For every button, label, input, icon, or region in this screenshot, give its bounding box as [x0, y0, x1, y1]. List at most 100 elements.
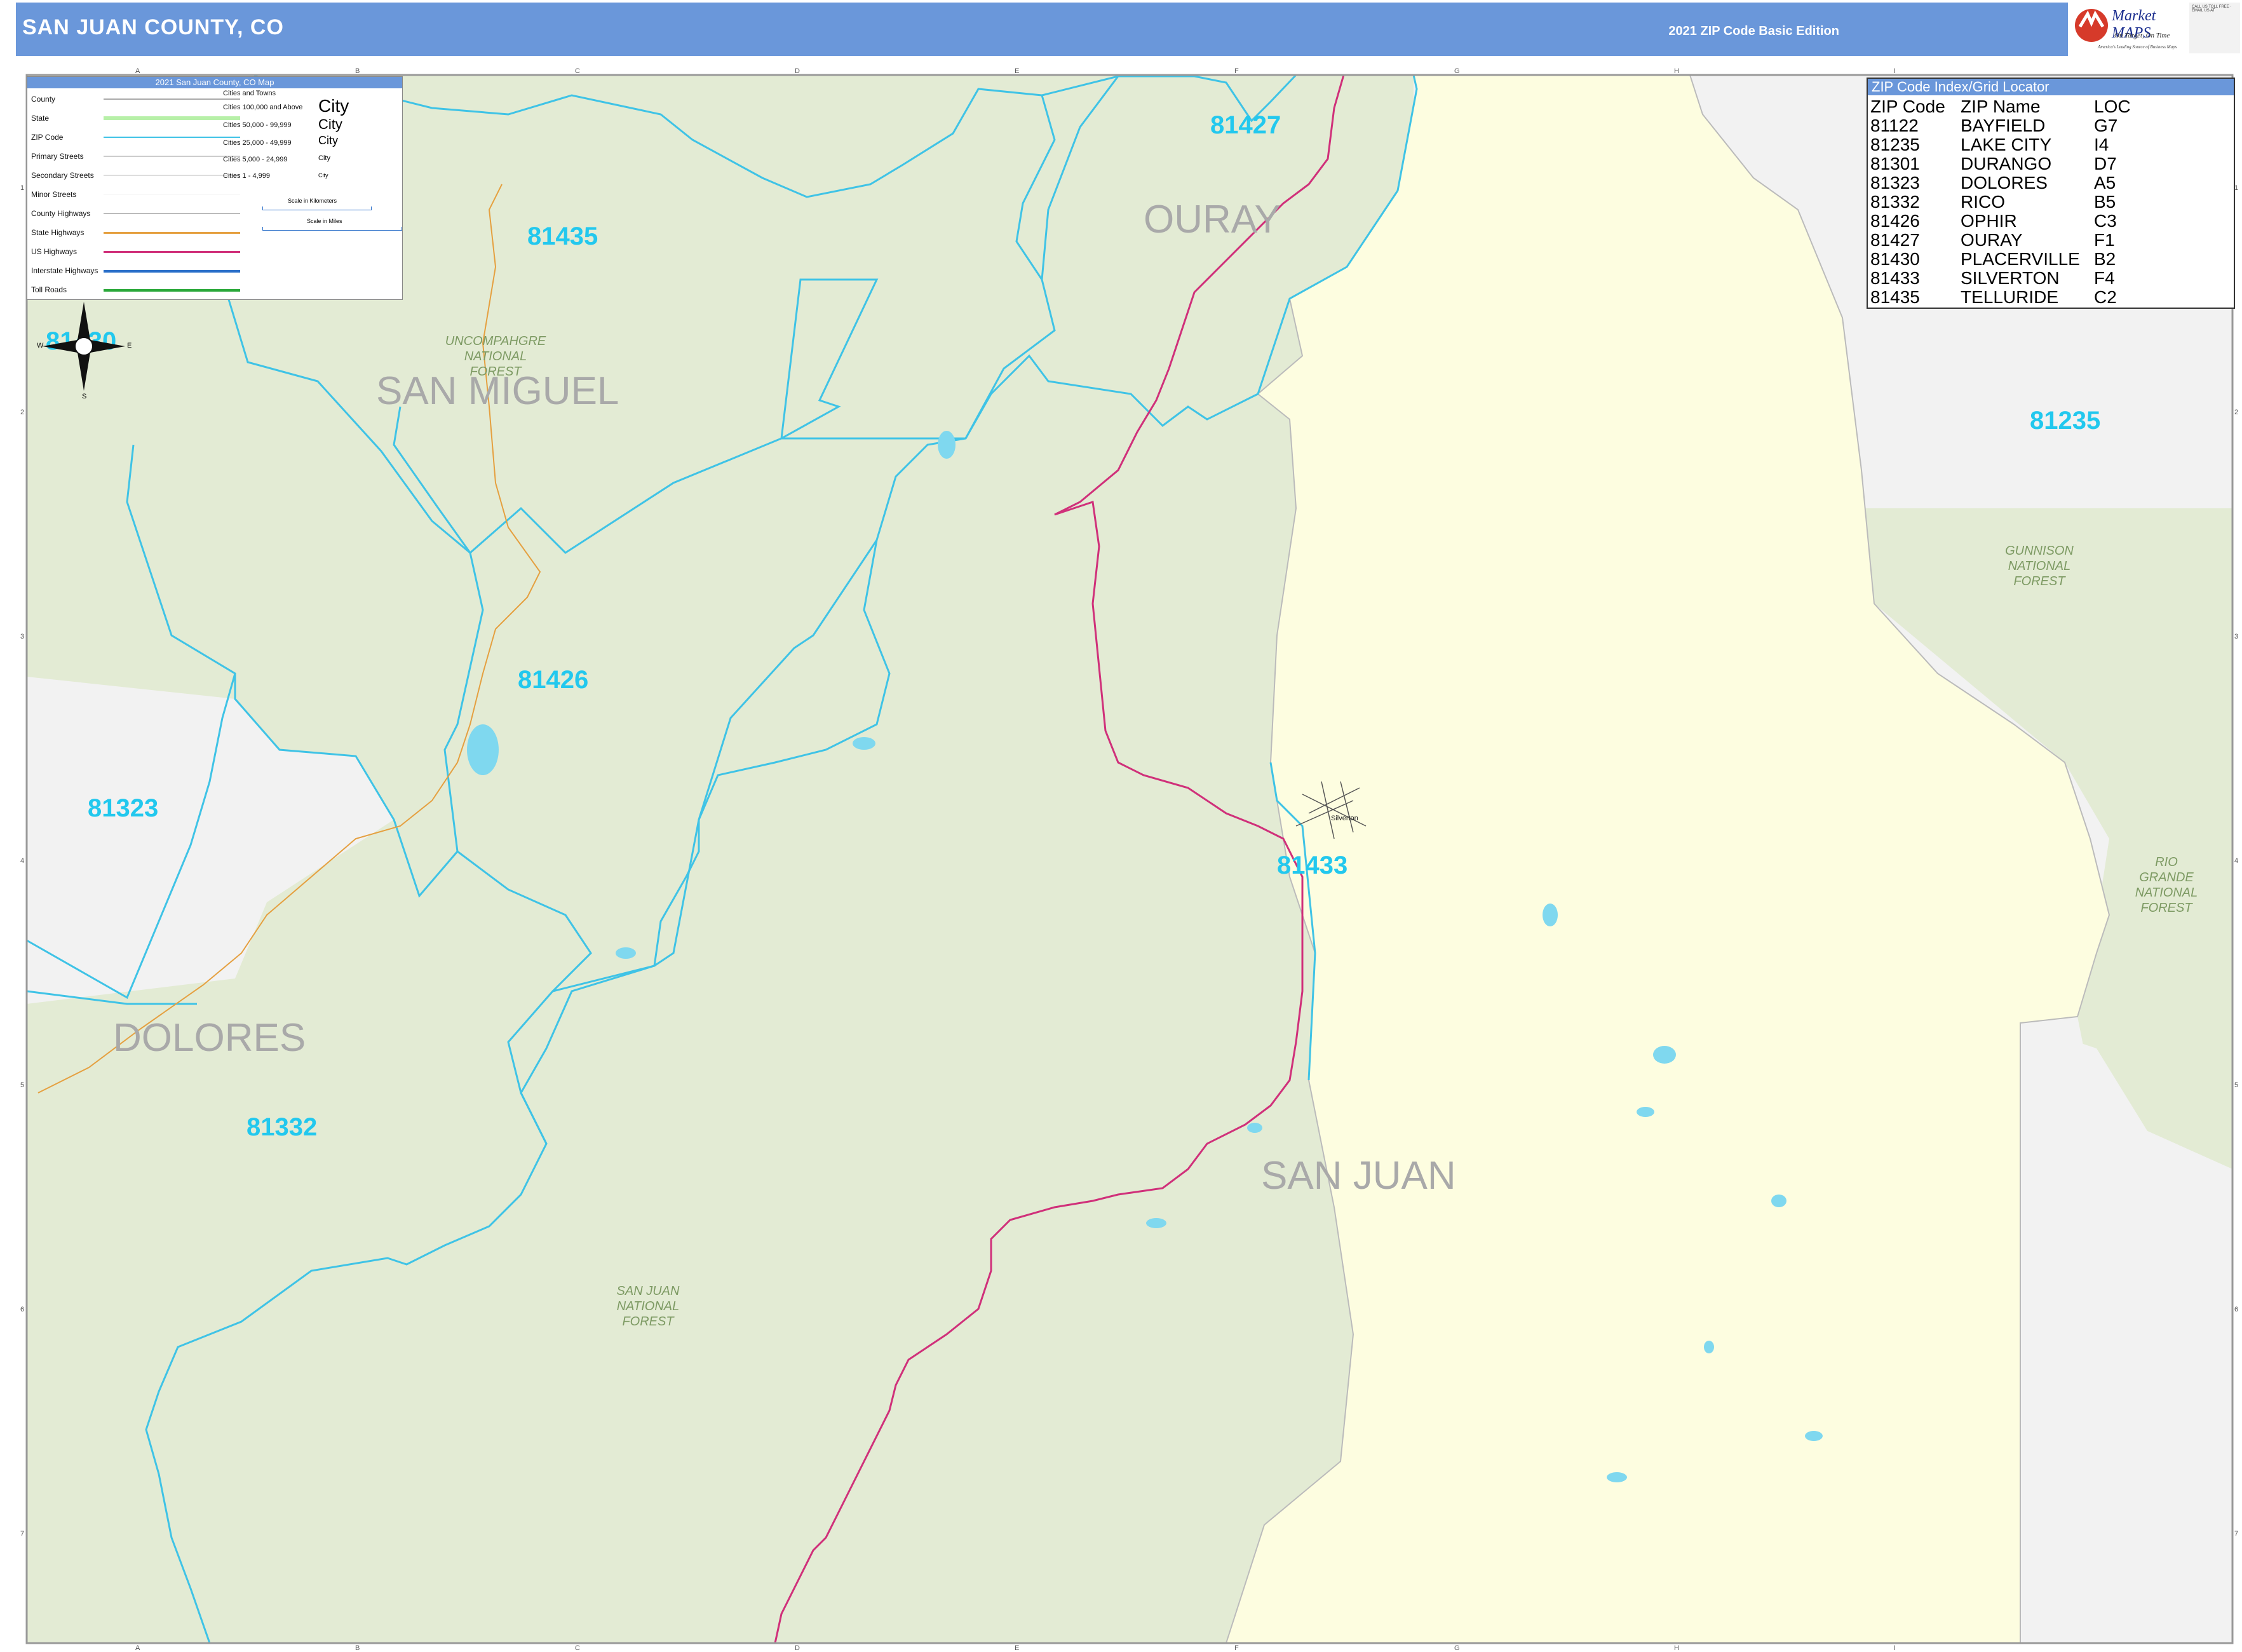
zip-index-title: ZIP Code Index/Grid Locator	[1868, 79, 2234, 95]
legend-city-sample-2: City	[318, 116, 342, 132]
grid-col-label: C	[575, 67, 580, 75]
grid-row-label: 2	[2234, 409, 2239, 416]
edition-label: 2021 ZIP Code Basic Edition	[1668, 24, 1839, 38]
legend-symbol-state	[104, 116, 240, 120]
legend-city-class-4: Cities 5,000 - 24,999	[223, 156, 288, 163]
zip-index-row: 81323 DOLORES A5	[1870, 173, 2116, 193]
zip-label-81426: 81426	[518, 666, 589, 694]
forest-label-rio-grande: RIO GRANDE NATIONAL FOREST	[2135, 855, 2198, 915]
legend-city-class-2: Cities 50,000 - 99,999	[223, 121, 292, 129]
grid-col-label: C	[575, 1644, 580, 1652]
grid-row-label: 1	[20, 184, 25, 192]
zip-index-row: 81433 SILVERTON F4	[1870, 268, 2115, 288]
legend-cities-header: Cities and Towns	[223, 90, 276, 97]
zip-index-row: 81301 DURANGO D7	[1870, 154, 2117, 173]
grid-col-label: G	[1454, 67, 1460, 75]
grid-row-label: 4	[20, 857, 25, 865]
legend-city-class-3: Cities 25,000 - 49,999	[223, 139, 292, 147]
legend-item-zip: ZIP Code	[31, 133, 64, 142]
legend-city-class-1: Cities 100,000 and Above	[223, 104, 303, 111]
grid-row-label: 5	[20, 1081, 25, 1089]
forest-label-uncompahgre: UNCOMPAHGRE NATIONAL FOREST	[445, 334, 546, 379]
grid-row-label: 5	[2234, 1081, 2239, 1089]
grid-col-label: H	[1674, 1644, 1679, 1652]
legend-item-state: State	[31, 114, 50, 123]
zip-label-81235: 81235	[2030, 407, 2101, 435]
legend-symbol-county	[104, 98, 240, 100]
grid-row-label: 2	[20, 409, 25, 416]
grid-row-label: 4	[2234, 857, 2239, 865]
grid-row-label: 3	[2234, 633, 2239, 640]
legend-item-primary: Primary Streets	[31, 152, 84, 161]
county-label-dolores: DOLORES	[113, 1016, 306, 1060]
compass-s: S	[82, 393, 87, 400]
legend-symbol-state-hwy	[104, 232, 240, 234]
grid-col-label: A	[135, 1644, 140, 1652]
zip-index-row: 81122 BAYFIELD G7	[1870, 116, 2118, 135]
zip-label-81323: 81323	[88, 794, 159, 822]
legend-item-toll: Toll Roads	[31, 285, 67, 294]
grid-row-label: 6	[2234, 1306, 2239, 1313]
grid-row-label: 7	[20, 1530, 25, 1538]
grid-row-label: 7	[2234, 1530, 2239, 1538]
zip-label-81332: 81332	[246, 1113, 318, 1141]
legend-item-county-hwy: County Highways	[31, 209, 91, 218]
zip-label-81435: 81435	[527, 222, 598, 250]
legend-city-sample-1: City	[318, 96, 349, 116]
zip-index-header-code: ZIP Code	[1870, 97, 1945, 116]
legend-symbol-county-hwy	[104, 213, 240, 214]
legend-symbol-secondary	[104, 175, 240, 176]
grid-col-label: F	[1234, 1644, 1239, 1652]
legend-city-sample-5: City	[318, 172, 328, 179]
zip-index-row: 81332 RICO B5	[1870, 192, 2116, 212]
grid-col-label: D	[795, 67, 800, 75]
grid-col-label: A	[135, 67, 140, 75]
county-label-ouray: OURAY	[1144, 198, 1281, 241]
compass-e: E	[127, 342, 132, 349]
grid-row-label: 3	[20, 633, 25, 640]
legend-item-minor: Minor Streets	[31, 190, 77, 199]
map-title: SAN JUAN COUNTY, CO	[22, 15, 284, 39]
contact-text: CALL US TOLL FREE · EMAIL US AT	[2192, 5, 2232, 13]
contact-box: CALL US TOLL FREE · EMAIL US AT	[2189, 3, 2240, 53]
zip-label-81433: 81433	[1277, 851, 1348, 879]
grid-col-label: I	[1894, 67, 1896, 75]
logo-tagline: On Target, On Time	[2114, 32, 2170, 39]
forest-label-san-juan: SAN JUAN NATIONAL FOREST	[616, 1284, 680, 1329]
legend-item-secondary: Secondary Streets	[31, 171, 94, 180]
grid-col-label: D	[795, 1644, 800, 1652]
grid-col-label: B	[355, 67, 360, 75]
legend-scale-km: Scale in Kilometers	[288, 198, 337, 204]
legend-title: 2021 San Juan County, CO Map	[27, 77, 402, 88]
legend-scale-km-bar	[262, 207, 372, 210]
grid-col-label: I	[1894, 1644, 1896, 1652]
zip-index-row: 81235 LAKE CITY I4	[1870, 135, 2109, 154]
grid-row-label: 1	[2234, 184, 2239, 192]
city-label-silverton: Silverton	[1331, 815, 1358, 822]
legend-symbol-zip	[104, 137, 240, 138]
legend-city-sample-4: City	[318, 154, 330, 162]
map-legend: 2021 San Juan County, CO Map County Stat…	[27, 76, 403, 300]
legend-symbol-interstate	[104, 270, 240, 273]
market-maps-logo[interactable]: Market MAPS On Target, On Time America's…	[2072, 1, 2187, 56]
grid-row-label: 6	[20, 1306, 25, 1313]
zip-index-row: 81430 PLACERVILLE B2	[1870, 249, 2116, 269]
grid-col-label: G	[1454, 1644, 1460, 1652]
header-bar: SAN JUAN COUNTY, CO 2021 ZIP Code Basic …	[16, 3, 2068, 56]
zip-label-81427: 81427	[1210, 111, 1281, 139]
legend-scale-mi: Scale in Miles	[307, 218, 342, 224]
zip-code-index: ZIP Code Index/Grid Locator ZIP Code ZIP…	[1867, 78, 2235, 309]
legend-item-county: County	[31, 95, 56, 104]
compass-rose: N S E W	[37, 294, 132, 400]
legend-item-interstate: Interstate Highways	[31, 266, 98, 275]
grid-col-label: B	[355, 1644, 360, 1652]
zip-index-header-loc: LOC	[2094, 97, 2131, 116]
zip-index-row: 81427 OURAY F1	[1870, 230, 2115, 250]
legend-item-state-hwy: State Highways	[31, 228, 84, 237]
legend-symbol-primary	[104, 156, 240, 157]
compass-icon	[43, 302, 125, 391]
legend-city-sample-3: City	[318, 134, 338, 147]
logo-subtitle: America's Leading Source of Business Map…	[2098, 44, 2177, 50]
grid-col-label: F	[1234, 67, 1239, 75]
zip-index-row: 81426 OPHIR C3	[1870, 211, 2117, 231]
